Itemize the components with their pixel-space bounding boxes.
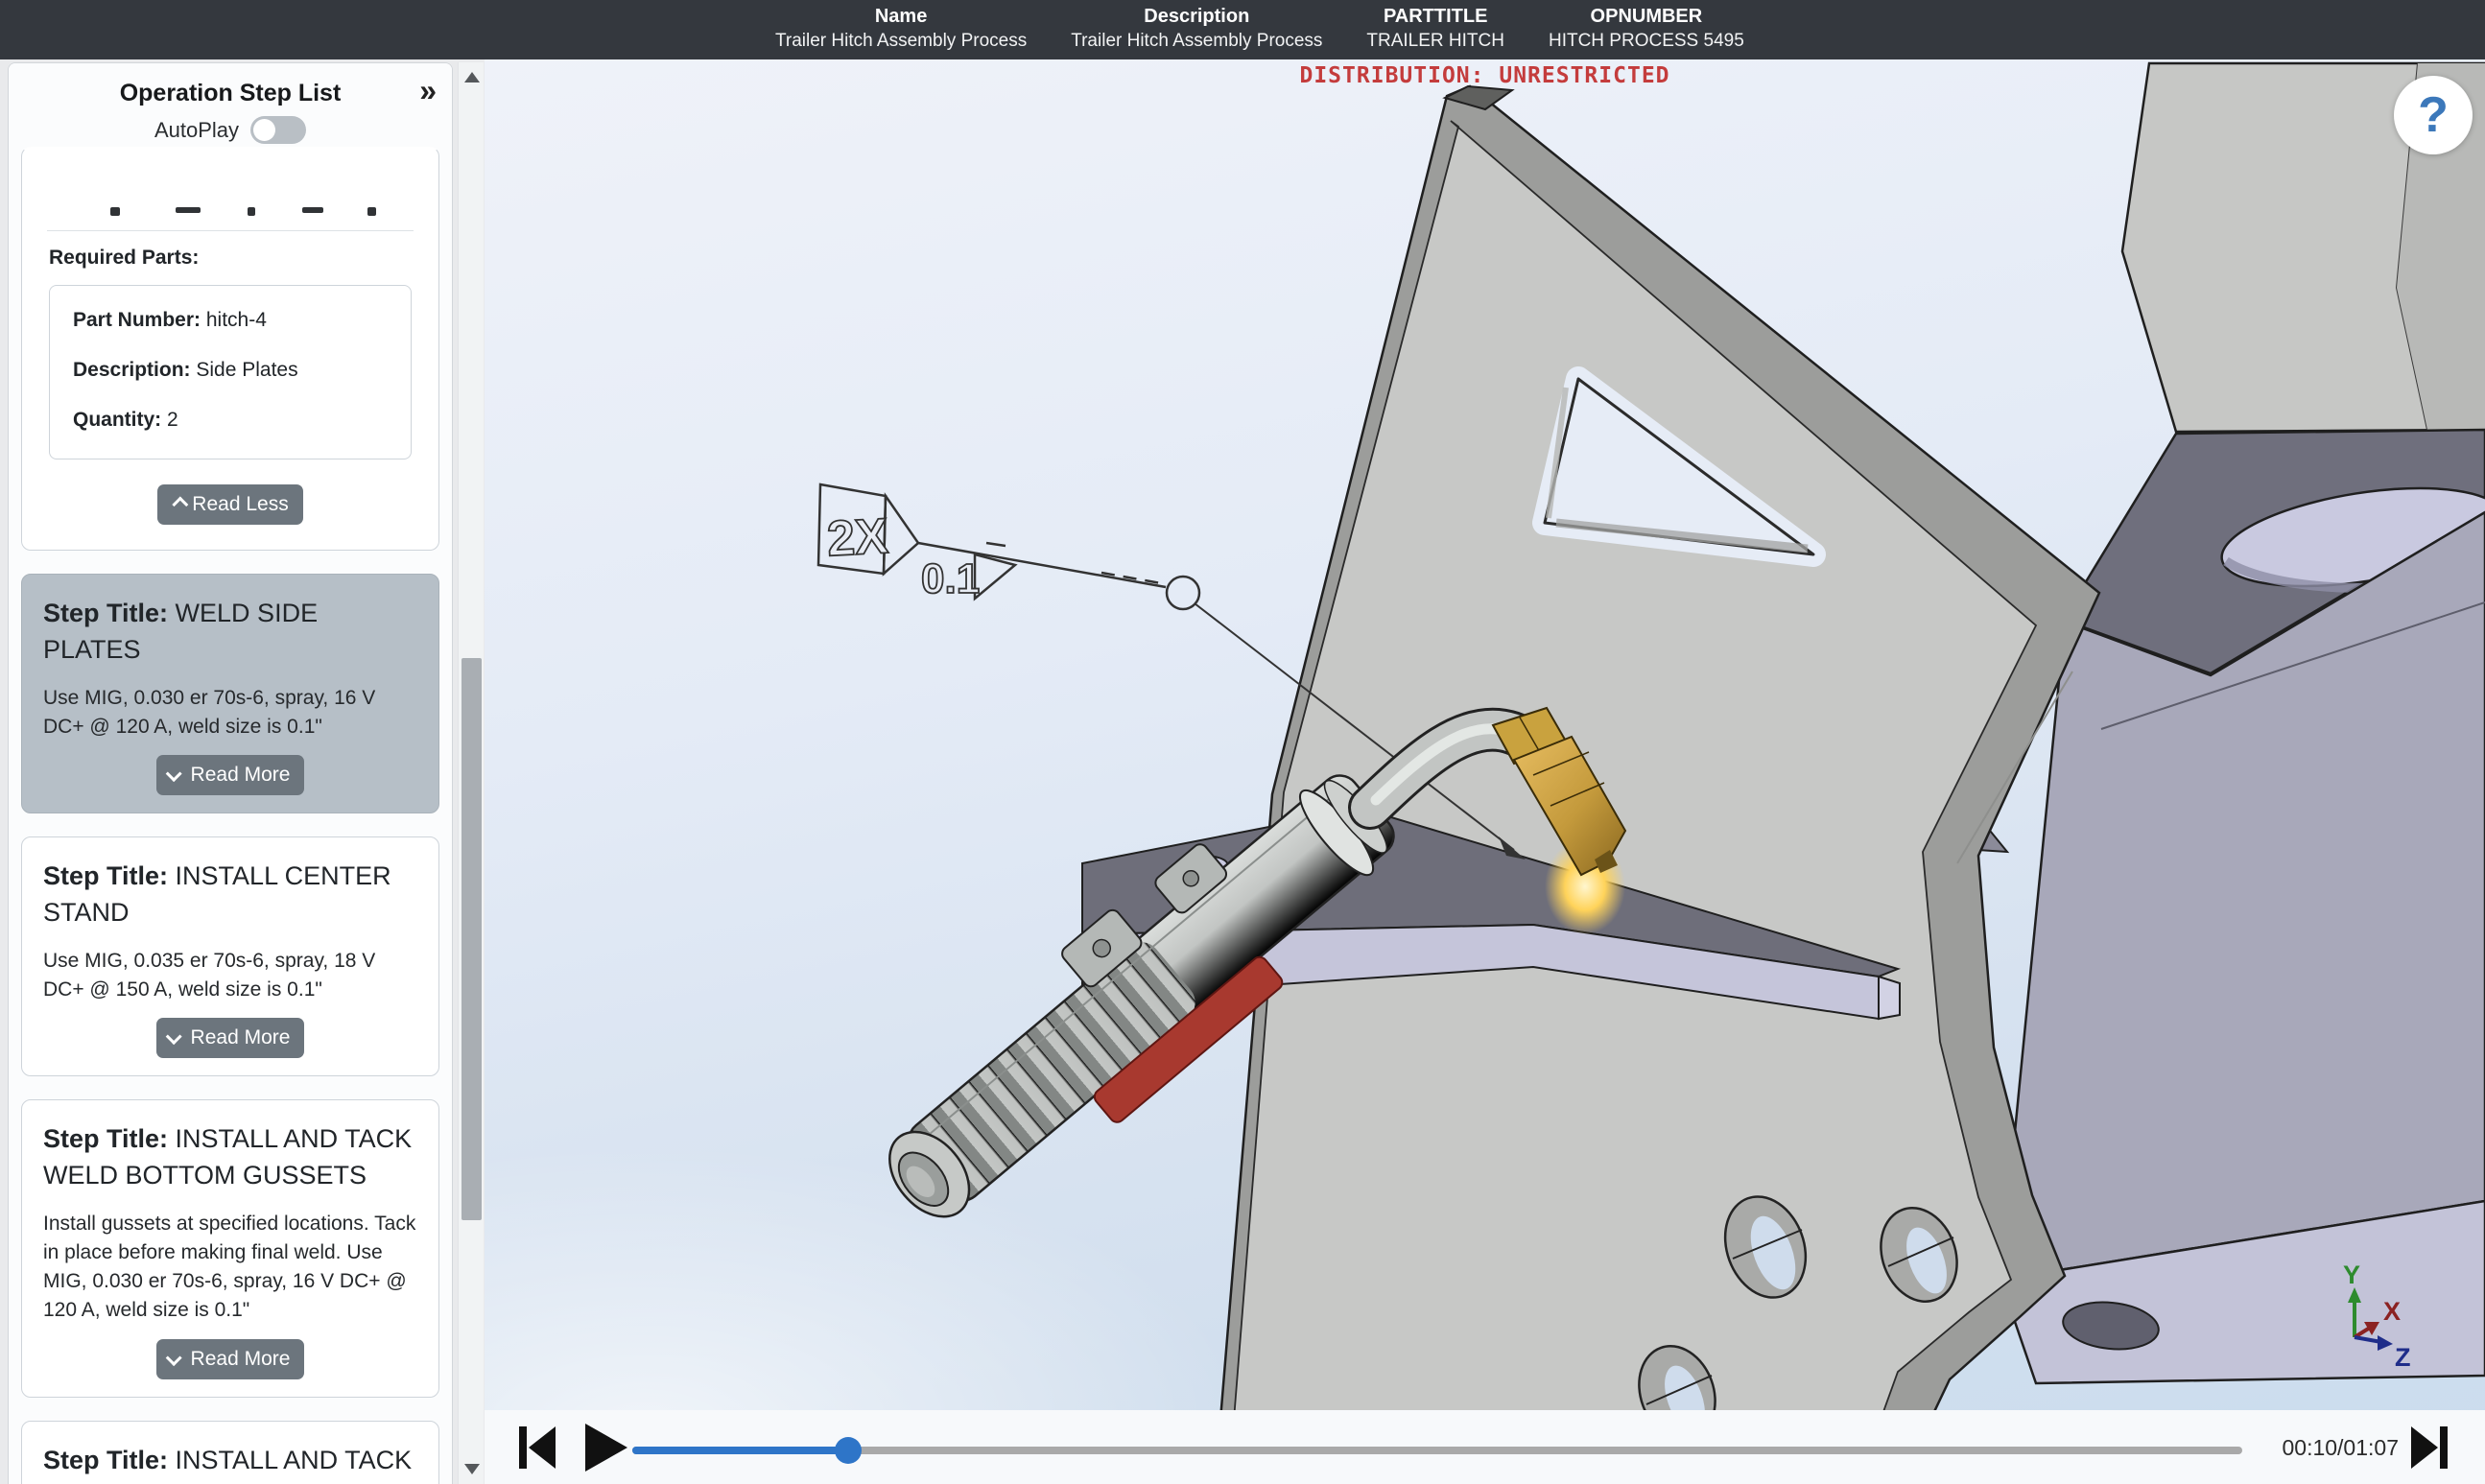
read-more-button[interactable]: Read More — [155, 1338, 305, 1379]
time-display: 00:10/01:07 — [2282, 1435, 2399, 1460]
meta-name-label: Name — [874, 5, 928, 27]
part-description-row: Description: Side Plates — [73, 359, 388, 382]
part-number-value: hitch-4 — [205, 309, 267, 331]
part-number-row: Part Number: hitch-4 — [73, 309, 388, 332]
meta-description-value: Trailer Hitch Assembly Process — [1071, 30, 1323, 51]
read-more-button[interactable]: Read More — [155, 755, 305, 796]
autoplay-label: AutoPlay — [154, 117, 240, 142]
slider-fill — [632, 1447, 848, 1454]
part-description-value: Side Plates — [196, 359, 298, 381]
play-button[interactable] — [583, 1424, 627, 1472]
step-title-label: Step Title: — [43, 861, 169, 891]
sidebar-scrollbar[interactable] — [458, 62, 484, 1484]
part-quantity-row: Quantity: 2 — [73, 409, 388, 432]
chevron-down-icon — [165, 766, 182, 783]
panel-header: Operation Step List » AutoPlay — [9, 63, 452, 147]
read-more-button[interactable]: Read More — [155, 1018, 305, 1059]
axis-x-label: X — [2383, 1297, 2401, 1326]
required-parts-heading: Required Parts: — [49, 247, 200, 269]
weld-balloon — [1165, 575, 1201, 611]
collapse-panel-icon[interactable]: » — [419, 75, 437, 106]
scrollbar-thumb[interactable] — [462, 658, 482, 1220]
part-info-box: Part Number: hitch-4 Description: Side P… — [49, 285, 412, 459]
progress-slider[interactable] — [632, 1437, 2242, 1464]
part-quantity-label: Quantity: — [73, 409, 162, 431]
app-window: Name Trailer Hitch Assembly Process Desc… — [0, 0, 2485, 1484]
weld-quantity-label: 2X — [826, 508, 890, 567]
step-title-label: Step Title: — [43, 1445, 169, 1474]
meta-opnumber-label: OPNUMBER — [1590, 5, 1703, 27]
meta-parttitle: PARTTITLE TRAILER HITCH — [1366, 5, 1504, 56]
meta-name: Name Trailer Hitch Assembly Process — [775, 5, 1027, 56]
meta-description: Description Trailer Hitch Assembly Proce… — [1071, 5, 1322, 56]
help-button[interactable]: ? — [2394, 76, 2473, 154]
divider — [47, 230, 414, 231]
step-title-label: Step Title: — [43, 599, 169, 627]
axis-y-label: Y — [2343, 1260, 2360, 1289]
chevron-up-icon — [172, 496, 189, 513]
slider-thumb[interactable] — [834, 1437, 862, 1464]
scroll-up-arrow-icon[interactable] — [464, 72, 480, 82]
skip-to-start-button[interactable] — [519, 1426, 557, 1469]
weld-size-label: 0.1 — [921, 555, 980, 602]
toggle-knob — [253, 119, 276, 141]
part-description-label: Description: — [73, 359, 191, 381]
chevron-down-icon — [165, 1349, 182, 1366]
operation-step-panel: Operation Step List » AutoPlay Required … — [8, 62, 453, 1484]
meta-name-value: Trailer Hitch Assembly Process — [775, 30, 1028, 51]
meta-parttitle-value: TRAILER HITCH — [1366, 30, 1504, 51]
viewer-3d[interactable]: 2X 0.1 Y X Z DISTRIBUTION: UNRESTRICTED … — [485, 59, 2485, 1484]
current-step-card[interactable]: Required Parts: Part Number: hitch-4 Des… — [21, 147, 439, 551]
step-list: Required Parts: Part Number: hitch-4 Des… — [9, 147, 452, 1484]
meta-opnumber-value: HITCH PROCESS 5495 — [1548, 30, 1744, 51]
clipped-text-fragment — [51, 205, 410, 217]
skip-to-end-button[interactable] — [2411, 1426, 2450, 1469]
step-body-text: Use MIG, 0.035 er 70s-6, spray, 18 V DC+… — [43, 949, 376, 1001]
chevron-down-icon — [165, 1028, 182, 1046]
process-meta: Name Trailer Hitch Assembly Process Desc… — [775, 5, 1744, 56]
meta-description-label: Description — [1144, 5, 1250, 27]
meta-opnumber: OPNUMBER HITCH PROCESS 5495 — [1549, 5, 1744, 56]
distribution-notice: DISTRIBUTION: UNRESTRICTED — [1299, 63, 1670, 88]
step-card-install-center-stand[interactable]: Step Title: INSTALL CENTER STAND Use MIG… — [21, 836, 439, 1077]
part-number-label: Part Number: — [73, 309, 201, 331]
meta-parttitle-label: PARTTITLE — [1383, 5, 1488, 27]
step-title-label: Step Title: — [43, 1124, 169, 1154]
step-body-text: Use MIG, 0.030 er 70s-6, spray, 16 V DC+… — [43, 686, 376, 738]
step-card-side-gussets[interactable]: Step Title: INSTALL AND TACK WELD SIDE G… — [21, 1420, 439, 1484]
step-card-weld-side-plates[interactable]: Step Title: WELD SIDE PLATES Use MIG, 0.… — [21, 574, 439, 814]
cad-scene[interactable]: 2X 0.1 Y X Z — [485, 59, 2485, 1410]
fillet-weld-symbol — [973, 553, 1018, 601]
step-card-bottom-gussets[interactable]: Step Title: INSTALL AND TACK WELD BOTTOM… — [21, 1099, 439, 1398]
side-plate-model — [1219, 84, 2101, 1410]
autoplay-toggle[interactable] — [250, 116, 307, 144]
scroll-down-arrow-icon[interactable] — [464, 1464, 480, 1474]
step-body-text: Install gussets at specified locations. … — [43, 1212, 416, 1322]
read-less-button[interactable]: Read Less — [157, 484, 303, 525]
panel-title: Operation Step List — [119, 80, 342, 106]
playback-bar: 00:10/01:07 — [485, 1410, 2485, 1484]
part-quantity-value: 2 — [167, 409, 178, 431]
axis-z-label: Z — [2395, 1343, 2411, 1372]
top-header-bar: Name Trailer Hitch Assembly Process Desc… — [0, 0, 2485, 59]
